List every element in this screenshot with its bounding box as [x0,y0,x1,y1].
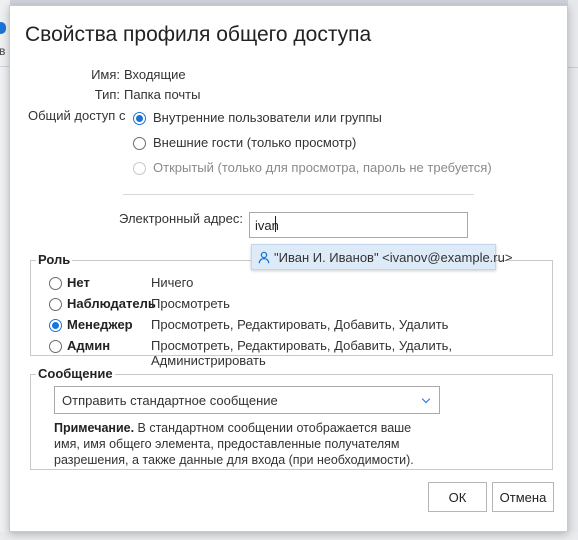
background-app-bottom [0,532,578,540]
cancel-button[interactable]: Отмена [492,482,554,512]
share-internal-radio[interactable] [133,112,146,125]
role-viewer-desc: Просмотреть [151,296,230,311]
role-manager-radio[interactable] [49,319,62,332]
message-note: Примечание. В стандартном сообщении отоб… [54,420,414,468]
role-legend: Роль [36,252,73,267]
role-manager-desc: Просмотреть, Редактировать, Добавить, Уд… [151,317,449,332]
background-text-fragment: в [0,44,6,58]
message-legend: Сообщение [36,366,115,381]
share-external-radio[interactable] [133,137,146,150]
background-divider [568,67,578,68]
name-label: Имя: [91,67,120,82]
role-viewer-radio[interactable] [49,298,62,311]
message-select-value: Отправить стандартное сообщение [62,393,278,408]
type-value: Папка почты [124,87,201,102]
share-external-label[interactable]: Внешние гости (только просмотр) [153,135,356,150]
share-internal-label[interactable]: Внутренние пользователи или группы [153,110,382,125]
role-manager-name[interactable]: Менеджер [67,317,133,332]
suggestion-text: "Иван И. Иванов" <ivanov@example.ru> [274,250,513,265]
role-none-desc: Ничего [151,275,194,290]
ok-button[interactable]: ОК [428,482,487,512]
section-divider [123,194,474,195]
role-admin-name[interactable]: Админ [67,338,110,353]
role-none-radio[interactable] [49,277,62,290]
text-caret [275,216,276,232]
name-value: Входящие [124,67,186,82]
role-viewer-name[interactable]: Наблюдатель [67,296,156,311]
share-with-label: Общий доступ с [28,108,126,123]
user-icon [258,251,270,264]
email-suggestion-item[interactable]: "Иван И. Иванов" <ivanov@example.ru> [251,244,512,270]
share-public-radio [133,162,146,175]
dialog-title: Свойства профиля общего доступа [25,23,372,46]
role-admin-desc: Просмотреть, Редактировать, Добавить, Уд… [151,338,453,368]
background-toggle-icon [0,22,6,34]
note-label: Примечание. [54,421,135,435]
share-public-label: Открытый (только для просмотра, пароль н… [153,160,492,175]
share-properties-dialog: Свойства профиля общего доступа Имя: Вхо… [9,5,568,532]
role-none-name[interactable]: Нет [67,275,90,290]
email-label: Электронный адрес: [119,211,243,226]
chevron-down-icon [421,394,431,404]
email-input[interactable] [249,212,468,238]
message-select[interactable]: Отправить стандартное сообщение [54,386,440,414]
role-admin-radio[interactable] [49,340,62,353]
background-app-right [568,0,578,540]
type-label: Тип: [94,87,120,102]
